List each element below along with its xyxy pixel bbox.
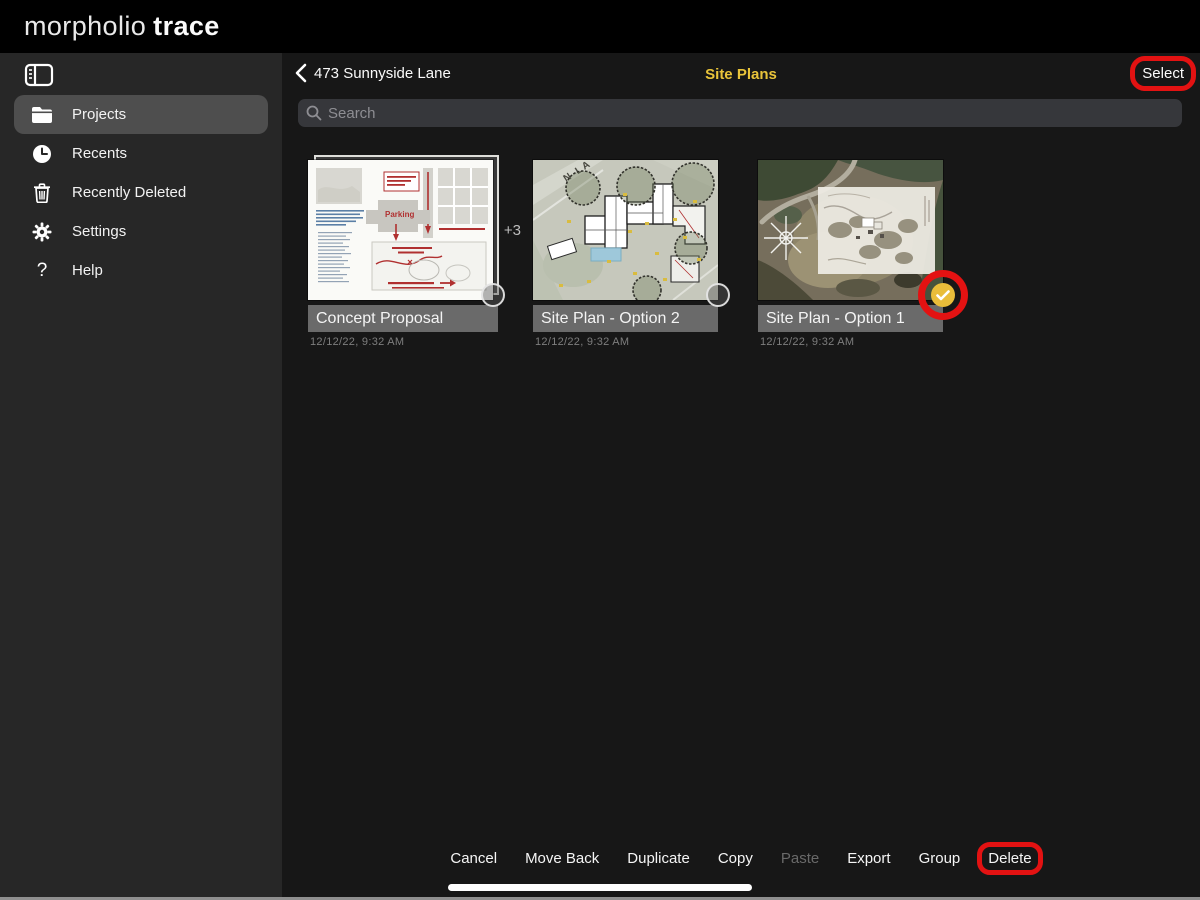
- toolbar-copy-button[interactable]: Copy: [718, 850, 753, 867]
- card-title: Site Plan - Option 2: [533, 305, 718, 332]
- toolbar-move-back-button[interactable]: Move Back: [525, 850, 599, 867]
- card-date: 12/12/22, 9:32 AM: [758, 336, 943, 348]
- toolbar-group-button[interactable]: Group: [919, 850, 961, 867]
- clock-icon: [30, 143, 54, 165]
- app-logo: morpholiotrace: [24, 11, 220, 42]
- selection-circle-unchecked[interactable]: [706, 283, 730, 307]
- thumbnail-wrap: N LA: [533, 160, 718, 300]
- sidebar-nav: Projects Recents Recently Deleted: [0, 95, 282, 290]
- check-icon: [936, 290, 950, 301]
- card-title: Site Plan - Option 1: [758, 305, 943, 332]
- question-icon: ?: [30, 260, 54, 282]
- main-header: 473 Sunnyside Lane Site Plans Select: [282, 53, 1200, 93]
- svg-text:Parking: Parking: [385, 210, 414, 219]
- morpholio-trace-window: morpholiotrace Projects: [0, 0, 1200, 900]
- search-bar[interactable]: [298, 99, 1182, 127]
- trash-icon: [30, 182, 54, 204]
- selection-circle-checked[interactable]: [931, 283, 955, 307]
- app-logo-morpholio: morpholio: [24, 11, 146, 41]
- sidebar-toggle-icon[interactable]: [24, 62, 54, 88]
- toolbar-cancel-button[interactable]: Cancel: [450, 850, 497, 867]
- top-app-bar: morpholiotrace: [0, 0, 1200, 53]
- search-input[interactable]: [328, 105, 1174, 122]
- sidebar-item-label: Recently Deleted: [72, 184, 186, 201]
- thumbnail-wrap: Parking: [308, 160, 493, 300]
- toolbar-duplicate-button[interactable]: Duplicate: [627, 850, 690, 867]
- home-indicator[interactable]: [448, 884, 752, 891]
- folder-icon: [30, 104, 54, 126]
- sidebar-item-help[interactable]: ? Help: [14, 251, 268, 290]
- main-content: 473 Sunnyside Lane Site Plans Select: [282, 53, 1200, 900]
- sidebar-item-label: Recents: [72, 145, 127, 162]
- sidebar: Projects Recents Recently Deleted: [0, 53, 282, 897]
- card-date: 12/12/22, 9:32 AM: [308, 336, 493, 348]
- sidebar-item-recently-deleted[interactable]: Recently Deleted: [14, 173, 268, 212]
- toolbar-delete-button[interactable]: Delete: [988, 850, 1031, 867]
- thumbnail-site-plan-option-2: N LA: [533, 160, 718, 300]
- select-button-label: Select: [1142, 65, 1184, 82]
- stack-count-badge: +3: [504, 222, 521, 239]
- selection-circle-unchecked[interactable]: [481, 283, 505, 307]
- sidebar-item-label: Help: [72, 262, 103, 279]
- toolbar-paste-button: Paste: [781, 850, 819, 867]
- drawing-card-site-plan-option-2[interactable]: N LA: [533, 160, 718, 348]
- drawing-card-site-plan-option-1[interactable]: Site Plan - Option 1 12/12/22, 9:32 AM: [758, 160, 943, 348]
- select-button[interactable]: Select: [1142, 65, 1184, 82]
- search-icon: [306, 105, 322, 121]
- sidebar-item-settings[interactable]: Settings: [14, 212, 268, 251]
- selection-toolbar: Cancel Move Back Duplicate Copy Paste Ex…: [282, 850, 1200, 867]
- page-title: Site Plans: [282, 66, 1200, 83]
- card-title: Concept Proposal: [308, 305, 498, 332]
- toolbar-export-button[interactable]: Export: [847, 850, 890, 867]
- app-logo-trace: trace: [153, 11, 220, 41]
- thumbnail-concept-proposal: Parking: [308, 160, 493, 300]
- sidebar-item-recents[interactable]: Recents: [14, 134, 268, 173]
- drawing-grid: Parking: [308, 160, 943, 348]
- sidebar-item-label: Settings: [72, 223, 126, 240]
- thumbnail-wrap: [758, 160, 943, 300]
- card-date: 12/12/22, 9:32 AM: [533, 336, 718, 348]
- gear-icon: [30, 221, 54, 243]
- sidebar-item-label: Projects: [72, 106, 126, 123]
- toolbar-delete-label: Delete: [988, 850, 1031, 867]
- thumbnail-site-plan-option-1: [758, 160, 943, 300]
- drawing-card-concept-proposal[interactable]: Parking: [308, 160, 493, 348]
- sidebar-item-projects[interactable]: Projects: [14, 95, 268, 134]
- select-button-wrap: Select: [1142, 65, 1184, 83]
